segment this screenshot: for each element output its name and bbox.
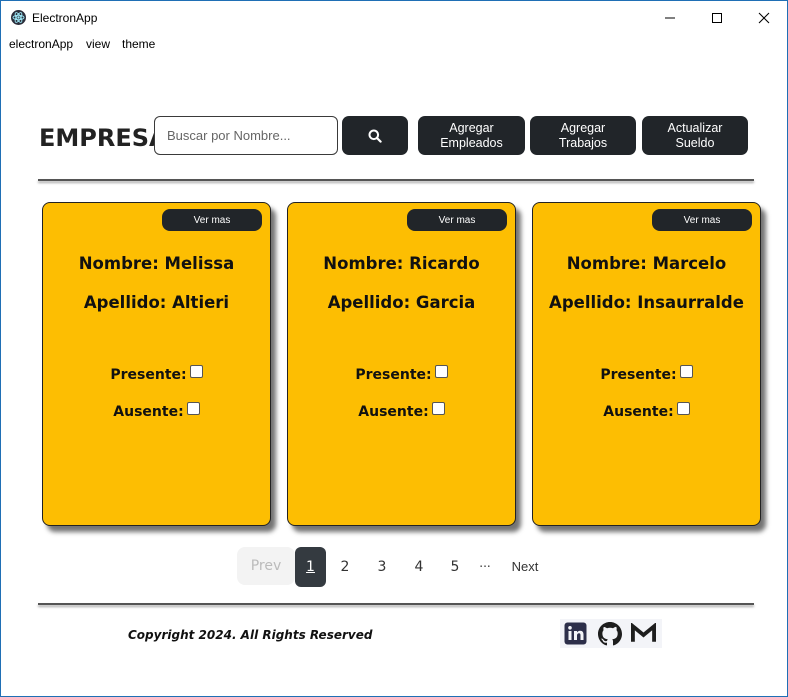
close-button[interactable] xyxy=(741,1,787,34)
page-2-button[interactable]: 2 xyxy=(331,547,359,587)
absent-label: Ausente: xyxy=(113,404,184,420)
add-jobs-label-line1: Agregar xyxy=(560,120,606,135)
present-row: Presente: xyxy=(533,365,760,383)
page-4-button[interactable]: 4 xyxy=(405,547,433,587)
close-icon xyxy=(758,12,770,23)
add-employees-label-line2: Empleados xyxy=(440,135,503,150)
add-jobs-button[interactable]: Agregar Trabajos xyxy=(530,116,636,155)
update-salary-label-line2: Sueldo xyxy=(675,135,715,150)
employee-surname: Apellido: Insaurralde xyxy=(549,293,744,312)
absent-label: Ausente: xyxy=(603,404,674,420)
search-button[interactable] xyxy=(342,116,408,155)
present-checkbox[interactable] xyxy=(189,365,203,378)
maximize-button[interactable] xyxy=(694,1,740,34)
absent-label: Ausente: xyxy=(358,404,429,420)
window-title: ElectronApp xyxy=(32,11,98,25)
minimize-icon xyxy=(665,17,675,18)
ver-mas-button[interactable]: Ver mas xyxy=(407,209,507,231)
github-icon[interactable] xyxy=(597,621,622,646)
social-links xyxy=(560,619,662,648)
update-salary-button[interactable]: Actualizar Sueldo xyxy=(642,116,748,155)
employee-name: Nombre: Melissa xyxy=(78,254,235,273)
absent-row: Ausente: xyxy=(288,402,515,420)
absent-checkbox[interactable] xyxy=(186,402,200,415)
present-row: Presente: xyxy=(288,365,515,383)
absent-checkbox[interactable] xyxy=(676,402,690,415)
employee-surname: Apellido: Altieri xyxy=(83,293,230,312)
present-checkbox[interactable] xyxy=(434,365,448,378)
page-1-button[interactable]: 1 xyxy=(295,547,326,587)
employee-card: Ver mas Nombre: Ricardo Apellido: Garcia… xyxy=(287,202,516,526)
title-bar: ElectronApp xyxy=(1,1,787,34)
absent-row: Ausente: xyxy=(43,402,270,420)
absent-checkbox[interactable] xyxy=(431,402,445,415)
ver-mas-button[interactable]: Ver mas xyxy=(652,209,752,231)
linkedin-icon[interactable] xyxy=(563,621,588,646)
page-5-button[interactable]: 5 xyxy=(441,547,469,587)
add-jobs-label-line2: Trabajos xyxy=(558,135,608,150)
page-3-button[interactable]: 3 xyxy=(368,547,396,587)
present-label: Presente: xyxy=(110,367,187,383)
copyright-text: Copyright 2024. All Rights Reserved xyxy=(128,628,373,642)
ver-mas-button[interactable]: Ver mas xyxy=(162,209,262,231)
present-checkbox[interactable] xyxy=(679,365,693,378)
electron-icon xyxy=(11,10,26,25)
header-divider xyxy=(38,179,754,181)
present-label: Presente: xyxy=(355,367,432,383)
present-label: Presente: xyxy=(600,367,677,383)
add-employees-button[interactable]: Agregar Empleados xyxy=(418,116,525,155)
app-window: ElectronApp electronApp view theme EMPRE… xyxy=(0,0,788,697)
present-row: Presente: xyxy=(43,365,270,383)
maximize-icon xyxy=(712,12,722,23)
gmail-icon[interactable] xyxy=(631,621,656,646)
footer-divider xyxy=(38,603,754,605)
employee-name: Nombre: Marcelo xyxy=(566,254,727,273)
search-icon xyxy=(368,129,382,143)
employee-name: Nombre: Ricardo xyxy=(323,254,480,273)
menu-view[interactable]: view xyxy=(86,37,110,51)
brand-title: EMPRESA xyxy=(39,124,168,152)
minimize-button[interactable] xyxy=(647,1,693,34)
update-salary-label-line1: Actualizar xyxy=(667,120,723,135)
employee-card: Ver mas Nombre: Melissa Apellido: Altier… xyxy=(42,202,271,526)
next-button[interactable]: Next xyxy=(503,546,547,586)
absent-row: Ausente: xyxy=(533,402,760,420)
employee-card: Ver mas Nombre: Marcelo Apellido: Insaur… xyxy=(532,202,761,526)
employee-surname: Apellido: Garcia xyxy=(327,293,476,312)
add-employees-label-line1: Agregar xyxy=(449,120,494,135)
prev-button[interactable]: Prev xyxy=(237,547,295,585)
menu-electronapp[interactable]: electronApp xyxy=(9,37,73,51)
search-input[interactable] xyxy=(154,116,338,155)
menu-theme[interactable]: theme xyxy=(122,37,155,51)
pagination-ellipsis: ... xyxy=(479,556,491,570)
